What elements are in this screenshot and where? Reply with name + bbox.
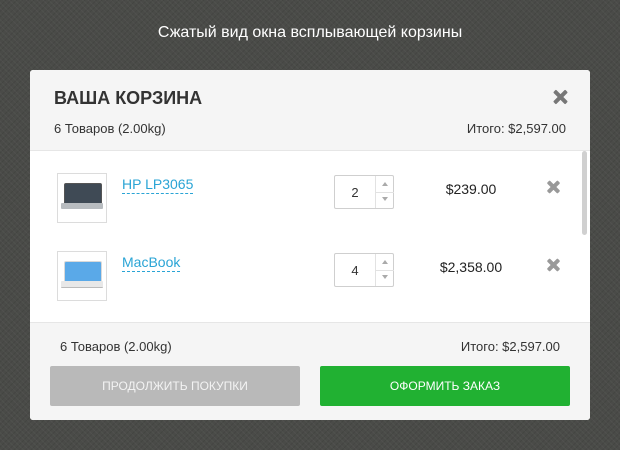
product-name-link[interactable]: MacBook: [122, 253, 181, 272]
page-caption: Сжатый вид окна всплывающей корзины: [157, 24, 463, 41]
cart-items-list: HP LP3065 $239.00 MacBook: [30, 151, 590, 321]
laptop-base-image: [61, 281, 103, 288]
continue-shopping-button[interactable]: ПРОДОЛЖИТЬ ПОКУПКИ: [50, 366, 300, 406]
cart-item: MacBook $2,358.00: [30, 229, 580, 307]
quantity-spinner: [375, 176, 394, 208]
cart-footer: 6 Товаров (2.00kg) Итого: $2,597.00 ПРОД…: [30, 322, 590, 420]
increment-icon[interactable]: [376, 176, 394, 193]
product-thumbnail[interactable]: [57, 251, 107, 301]
product-thumbnail[interactable]: [57, 173, 107, 223]
decrement-icon[interactable]: [376, 270, 394, 286]
cart-header: ВАША КОРЗИНА 6 Товаров (2.00kg) Итого: $…: [30, 70, 590, 151]
product-name-link[interactable]: HP LP3065: [122, 175, 194, 194]
quantity-input[interactable]: [335, 254, 375, 286]
laptop-base-image: [61, 203, 103, 209]
footer-summary: 6 Товаров (2.00kg): [60, 339, 172, 354]
laptop-screen-image: [64, 261, 102, 283]
items-scrollbar[interactable]: [582, 151, 587, 235]
remove-item-icon[interactable]: [546, 258, 560, 272]
cart-title: ВАША КОРЗИНА: [54, 88, 203, 108]
footer-total: Итого: $2,597.00: [460, 339, 560, 354]
quantity-spinner: [375, 254, 394, 286]
cart-item: HP LP3065 $239.00: [30, 151, 580, 229]
cart-total: Итого: $2,597.00: [466, 121, 566, 136]
increment-icon[interactable]: [376, 254, 394, 271]
quantity-stepper: [334, 253, 394, 287]
cart-summary: 6 Товаров (2.00kg): [54, 121, 166, 136]
close-icon[interactable]: [550, 86, 572, 108]
cart-popup: ВАША КОРЗИНА 6 Товаров (2.00kg) Итого: $…: [30, 70, 590, 420]
laptop-screen-image: [64, 183, 102, 205]
checkout-button[interactable]: ОФОРМИТЬ ЗАКАЗ: [320, 366, 570, 406]
decrement-icon[interactable]: [376, 192, 394, 208]
quantity-stepper: [334, 175, 394, 209]
item-price: $2,358.00: [439, 259, 503, 275]
quantity-input[interactable]: [335, 176, 375, 208]
item-price: $239.00: [445, 181, 497, 197]
remove-item-icon[interactable]: [546, 180, 560, 194]
